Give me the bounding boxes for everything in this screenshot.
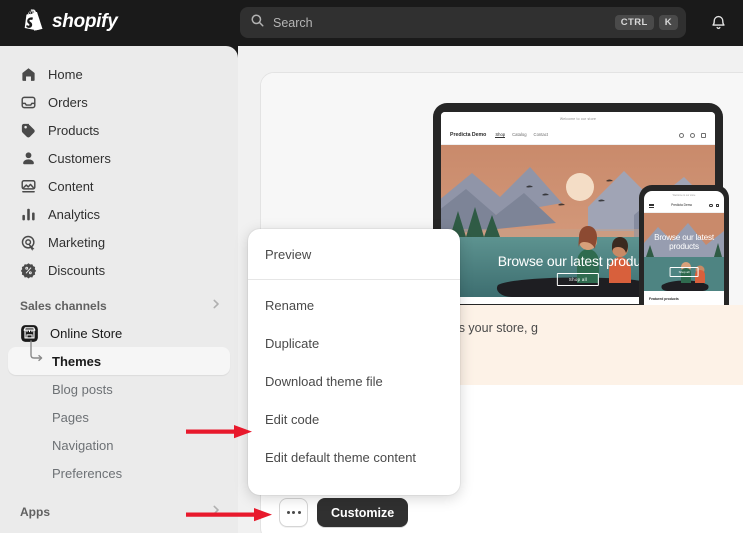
search-input[interactable]: Search CTRL K — [240, 7, 686, 38]
brand-name: shopify — [52, 11, 118, 32]
home-icon — [20, 66, 37, 83]
sidebar-item-label: Discounts — [48, 262, 106, 278]
sidebar-item-label: Preferences — [52, 465, 123, 481]
menu-item-download-theme-file[interactable]: Download theme file — [253, 362, 455, 400]
storefront-nav-item: Contact — [533, 132, 548, 137]
customize-button[interactable]: Customize — [317, 498, 409, 527]
storefront-header: Predicta Demo Shop Catalog Contact — [441, 126, 715, 145]
menu-item-rename[interactable]: Rename — [253, 286, 455, 324]
search-icon — [679, 132, 684, 138]
sidebar-item-orders[interactable]: Orders — [8, 88, 230, 116]
sidebar-item-label: Analytics — [48, 206, 101, 222]
customer-person-icon — [20, 150, 37, 167]
storefront-header-icons — [679, 132, 706, 138]
top-bar: shopify Search CTRL K — [0, 0, 743, 46]
sidebar-item-marketing[interactable]: Marketing — [8, 228, 230, 256]
sidebar-item-label: Marketing — [48, 234, 106, 250]
account-icon — [690, 132, 695, 138]
search-icon — [709, 203, 713, 208]
sidebar-item-label: Pages — [52, 409, 89, 425]
ellipsis-dot-icon — [297, 511, 301, 514]
sidebar-item-home[interactable]: Home — [8, 60, 230, 88]
sidebar-item-blog-posts[interactable]: Blog posts — [8, 375, 230, 403]
featured-products-title: Featured products — [649, 297, 679, 301]
sidebar-item-label: Products — [48, 122, 100, 138]
chevron-right-icon[interactable] — [210, 297, 222, 315]
storefront-store-name: Predicta Demo — [450, 132, 487, 138]
analytics-bars-icon — [20, 206, 37, 223]
sidebar-item-label: Customers — [48, 150, 111, 166]
sidebar-item-label: Themes — [52, 353, 102, 369]
marketing-target-icon — [20, 234, 37, 251]
sidebar-item-products[interactable]: Products — [8, 116, 230, 144]
bell-icon — [706, 14, 730, 31]
sidebar: Home Orders Products Customers Content A… — [0, 46, 238, 533]
more-actions-button[interactable] — [279, 498, 308, 527]
kbd-k: K — [658, 14, 678, 31]
sidebar-item-label: Orders — [48, 94, 88, 110]
theme-card-actions: Customize — [261, 498, 743, 527]
shopify-brand[interactable]: shopify — [22, 9, 118, 35]
discount-badge-icon — [20, 262, 37, 279]
announcement-text: Welcome to our store — [672, 193, 696, 197]
sidebar-item-customers[interactable]: Customers — [8, 144, 230, 172]
search-icon — [250, 13, 265, 33]
shopify-admin-window: shopify Search CTRL K Home Orders Produc… — [0, 0, 743, 533]
sidebar-item-label: Home — [48, 66, 83, 82]
mobile-header: Predicta Demo — [644, 199, 724, 213]
hero-cta-button: Shop all — [556, 273, 600, 286]
sidebar-item-themes[interactable]: Themes — [8, 340, 230, 375]
menu-item-preview[interactable]: Preview — [253, 235, 455, 273]
tree-connector-icon — [28, 339, 46, 363]
cart-icon — [701, 132, 706, 138]
mobile-announcement-bar: Welcome to our store — [644, 191, 724, 199]
storefront-nav-item: Shop — [495, 132, 506, 138]
mobile-store-name: Predicta Demo — [671, 203, 693, 208]
sidebar-item-discounts[interactable]: Discounts — [8, 256, 230, 284]
section-label: Apps — [20, 505, 50, 519]
cart-icon — [715, 203, 719, 208]
orders-inbox-icon — [20, 94, 37, 111]
menu-item-edit-default-theme-content[interactable]: Edit default theme content — [253, 438, 455, 476]
kbd-ctrl: CTRL — [614, 14, 654, 31]
sidebar-section-sales-channels[interactable]: Sales channels — [12, 293, 226, 319]
sidebar-item-label: Navigation — [52, 437, 114, 453]
arrow-to-more-actions — [186, 507, 274, 523]
mobile-preview-mockup: Welcome to our store Predicta Demo Brows… — [639, 185, 729, 305]
announcement-text: Welcome to our store — [559, 117, 597, 121]
sidebar-item-label: Online Store — [50, 325, 123, 341]
theme-actions-popover: Preview Rename Duplicate Download theme … — [248, 229, 460, 495]
mobile-hero-cta-button: Shop all — [669, 267, 699, 277]
ellipsis-dot-icon — [292, 511, 295, 514]
mobile-featured-products: Featured products — [644, 291, 724, 305]
storefront-announcement-bar: Welcome to our store — [441, 112, 715, 126]
shopify-bag-logo-icon — [22, 9, 44, 35]
arrow-to-edit-code — [186, 424, 254, 440]
mobile-hero: Browse our latest products Shop all — [644, 213, 724, 291]
product-tag-icon — [20, 122, 37, 139]
hamburger-icon — [649, 203, 654, 208]
menu-item-duplicate[interactable]: Duplicate — [253, 324, 455, 362]
storefront-nav: Shop Catalog Contact — [495, 132, 548, 138]
mobile-hero-heading: Browse our latest products — [654, 233, 714, 252]
content-image-icon — [20, 178, 37, 195]
sidebar-item-content[interactable]: Content — [8, 172, 230, 200]
sidebar-item-preferences[interactable]: Preferences — [8, 459, 230, 487]
menu-divider — [248, 279, 460, 280]
sidebar-item-label: Blog posts — [52, 381, 113, 397]
notifications-button[interactable] — [706, 11, 730, 35]
sidebar-item-label: Content — [48, 178, 94, 194]
mobile-header-icons — [709, 203, 719, 208]
sidebar-item-analytics[interactable]: Analytics — [8, 200, 230, 228]
storefront-nav-item: Catalog — [512, 132, 527, 137]
search-shortcut: CTRL K — [614, 14, 678, 31]
menu-item-edit-code[interactable]: Edit code — [253, 400, 455, 438]
search-placeholder: Search — [273, 15, 313, 30]
ellipsis-dot-icon — [286, 511, 290, 514]
section-label: Sales channels — [20, 299, 107, 313]
